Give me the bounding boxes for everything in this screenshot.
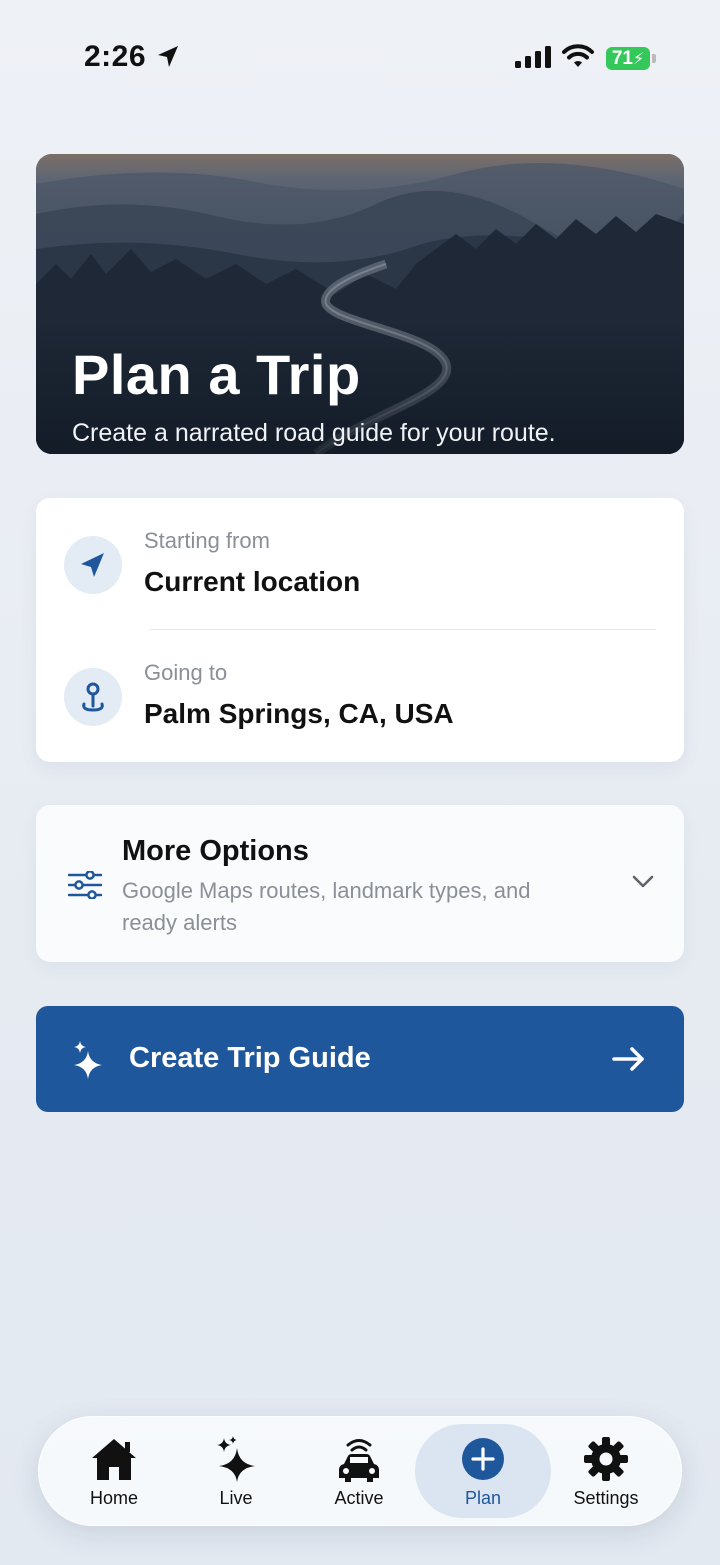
- tab-active-label: Active: [334, 1488, 384, 1508]
- gear-icon: [584, 1437, 628, 1481]
- location-arrow-icon: [158, 46, 178, 67]
- status-time: 2:26: [84, 40, 147, 73]
- house-icon: [92, 1439, 136, 1480]
- battery-charging-icon: 71⚡: [606, 47, 650, 70]
- wifi-icon: [562, 44, 594, 67]
- tab-plan-label: Plan: [464, 1488, 502, 1508]
- tab-bar: Home Live Active Plan Settings: [38, 1416, 682, 1526]
- more-options-description: Google Maps routes, landmark types, and …: [122, 878, 531, 935]
- going-to-value: Palm Springs, CA, USA: [144, 698, 454, 729]
- route-card: Starting from Current location Going to …: [36, 498, 684, 762]
- map-pin-icon: [64, 668, 122, 726]
- battery-tip: [652, 54, 656, 63]
- mountain-road-image: [36, 154, 684, 454]
- starting-from-label: Starting from: [144, 528, 270, 553]
- tab-plan[interactable]: Plan: [415, 1424, 551, 1518]
- create-trip-guide-label: Create Trip Guide: [129, 1042, 371, 1074]
- car-radio-icon: [339, 1439, 379, 1482]
- create-trip-guide-button[interactable]: Create Trip Guide: [36, 1006, 684, 1112]
- destination-field[interactable]: Going to Palm Springs, CA, USA: [36, 630, 684, 762]
- tab-active[interactable]: Active: [291, 1424, 427, 1518]
- chevron-down-icon: [632, 875, 654, 888]
- page-title: Plan a Trip: [72, 343, 361, 406]
- sliders-icon: [68, 871, 102, 899]
- arrow-right-icon: [612, 1047, 644, 1071]
- cellular-signal-icon: [515, 46, 551, 68]
- more-options-title: More Options: [122, 835, 309, 867]
- starting-from-field[interactable]: Starting from Current location: [36, 498, 684, 630]
- tab-settings-label: Settings: [573, 1488, 639, 1508]
- tab-home-label: Home: [89, 1488, 138, 1508]
- tab-live[interactable]: Live: [168, 1424, 304, 1518]
- battery-level: 71: [611, 48, 633, 69]
- sparkles-icon: [74, 1041, 102, 1079]
- sparkles-icon: [217, 1436, 255, 1482]
- status-bar: 2:26 71⚡: [0, 0, 720, 120]
- page-subtitle: Create a narrated road guide for your ro…: [72, 419, 556, 447]
- starting-from-value: Current location: [144, 566, 361, 597]
- going-to-label: Going to: [144, 660, 228, 685]
- tab-live-label: Live: [219, 1488, 253, 1508]
- tab-home[interactable]: Home: [46, 1424, 182, 1518]
- navigation-arrow-icon: [64, 536, 122, 594]
- hero-banner: Plan a Trip Create a narrated road guide…: [36, 154, 684, 454]
- tab-settings[interactable]: Settings: [538, 1424, 674, 1518]
- plus-circle-icon: [462, 1438, 504, 1480]
- more-options-toggle[interactable]: More Options Google Maps routes, landmar…: [36, 805, 684, 962]
